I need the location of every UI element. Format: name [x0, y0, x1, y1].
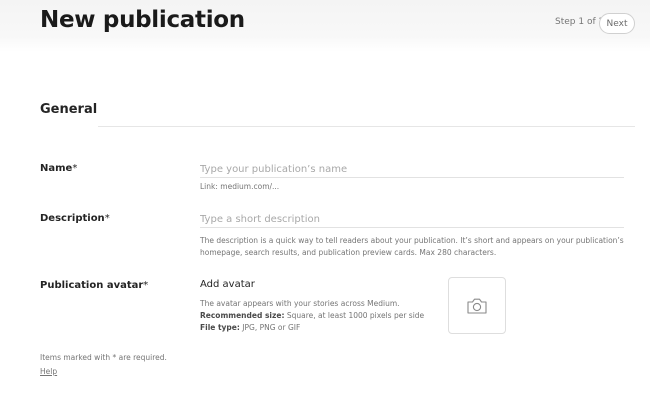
camera-icon [467, 298, 487, 314]
description-input[interactable] [200, 211, 624, 228]
description-label-text: Description [40, 213, 105, 224]
type-label: File type: [200, 323, 240, 332]
avatar-info: The avatar appears with your stories acr… [200, 298, 424, 334]
avatar-upload-button[interactable] [448, 277, 506, 334]
step-indicator: Step 1 of 2 [555, 17, 605, 27]
avatar-label-text: Publication avatar [40, 280, 144, 291]
name-label-text: Name [40, 163, 73, 174]
avatar-label: Publication avatar* [40, 280, 148, 291]
required-mark: * [104, 213, 110, 224]
description-hint: The description is a quick way to tell r… [200, 236, 624, 257]
avatar-size-line: Recommended size: Square, at least 1000 … [200, 310, 424, 322]
page-title: New publication [40, 7, 245, 33]
size-value: Square, at least 1000 pixels per side [284, 311, 425, 320]
description-label: Description* [40, 213, 110, 224]
help-link[interactable]: Help [40, 367, 57, 376]
required-mark: * [143, 280, 149, 291]
required-mark: * [72, 163, 78, 174]
name-input[interactable] [200, 161, 624, 178]
name-label: Name* [40, 163, 77, 174]
next-button[interactable]: Next [599, 13, 635, 34]
section-title: General [40, 102, 98, 117]
section-divider [98, 126, 635, 127]
size-label: Recommended size: [200, 311, 285, 320]
name-link-hint: Link: medium.com/... [200, 182, 280, 191]
type-value: JPG, PNG or GIF [239, 323, 301, 332]
required-note: Items marked with * are required. [40, 353, 167, 362]
add-avatar-title: Add avatar [200, 279, 255, 290]
avatar-type-line: File type: JPG, PNG or GIF [200, 322, 424, 334]
page-header: New publication Step 1 of 2 Next [0, 0, 650, 52]
avatar-info-line: The avatar appears with your stories acr… [200, 299, 400, 308]
